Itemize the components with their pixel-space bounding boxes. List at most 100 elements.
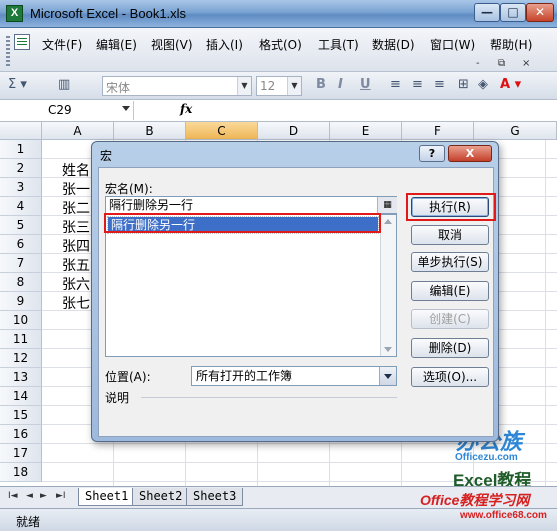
font-size-value: 12 (260, 79, 276, 93)
divider (141, 397, 397, 398)
cell-a5[interactable]: 张三 (62, 217, 90, 237)
delete-button[interactable]: 删除(D) (411, 338, 489, 358)
cell-a8[interactable]: 张六 (62, 274, 90, 294)
menu-insert[interactable]: 插入(I) (206, 36, 243, 53)
edit-button[interactable]: 编辑(E) (411, 281, 489, 301)
create-button[interactable]: 创建(C) (411, 309, 489, 329)
select-all-corner[interactable] (0, 122, 42, 140)
menu-format[interactable]: 格式(O) (259, 36, 302, 53)
row-header[interactable]: 14 (0, 387, 42, 406)
prev-sheet-icon[interactable]: ◄ (26, 491, 33, 501)
row-header[interactable]: 18 (0, 463, 42, 482)
doc-restore-button[interactable]: ⧉ (498, 58, 505, 69)
window-title: Microsoft Excel - Book1.xls (30, 6, 187, 21)
maximize-button[interactable]: □ (500, 3, 526, 22)
row-header[interactable]: 16 (0, 425, 42, 444)
column-header-d[interactable]: D (258, 122, 330, 140)
column-header-c[interactable]: C (186, 122, 258, 140)
help-button[interactable]: ? (419, 145, 445, 162)
cancel-button[interactable]: 取消 (411, 225, 489, 245)
chevron-down-icon[interactable] (122, 106, 130, 111)
column-header-a[interactable]: A (42, 122, 114, 140)
dialog-close-button[interactable]: X (448, 145, 492, 162)
row-header[interactable]: 3 (0, 178, 42, 197)
column-header-b[interactable]: B (114, 122, 186, 140)
scroll-up-icon[interactable] (384, 219, 392, 224)
name-box[interactable]: C29 (4, 101, 134, 120)
doc-minimize-button[interactable]: - (476, 58, 480, 69)
underline-icon[interactable]: U (360, 77, 371, 92)
chevron-down-icon[interactable] (379, 367, 396, 385)
row-header[interactable]: 2 (0, 159, 42, 178)
menu-grip[interactable] (6, 36, 10, 66)
menu-edit[interactable]: 编辑(E) (96, 36, 137, 53)
cell-a9[interactable]: 张七 (62, 293, 90, 313)
font-name-select[interactable]: 宋体 ▼ (102, 76, 252, 96)
minimize-button[interactable]: — (474, 3, 500, 22)
collapse-dialog-icon[interactable]: ▦ (377, 197, 397, 213)
row-header[interactable]: 9 (0, 292, 42, 311)
sheet-tab-sheet3[interactable]: Sheet3 (186, 488, 244, 506)
location-select[interactable]: 所有打开的工作簿 (191, 366, 397, 386)
last-sheet-icon[interactable]: ►I (56, 491, 66, 501)
function-icon[interactable]: fx (180, 102, 192, 116)
bold-icon[interactable]: B (316, 77, 326, 92)
column-header-f[interactable]: F (402, 122, 474, 140)
doc-close-button[interactable]: × (522, 58, 530, 69)
column-header-g[interactable]: G (474, 122, 557, 140)
sheet-tab-sheet2[interactable]: Sheet2 (132, 488, 190, 506)
chart-icon[interactable]: ▥ (58, 77, 70, 92)
cell-a6[interactable]: 张四 (62, 236, 90, 256)
macro-list[interactable]: 隔行删除另一行 (105, 214, 397, 357)
menu-data[interactable]: 数据(D) (372, 36, 415, 53)
options-button[interactable]: 选项(O)... (411, 367, 489, 387)
align-center-icon[interactable]: ≡ (412, 77, 423, 92)
macro-name-label: 宏名(M): (105, 182, 153, 196)
row-header[interactable]: 5 (0, 216, 42, 235)
sheet-tab-sheet1[interactable]: Sheet1 (78, 488, 136, 506)
italic-icon[interactable]: I (338, 77, 343, 92)
row-header[interactable]: 7 (0, 254, 42, 273)
scroll-down-icon[interactable] (384, 347, 392, 352)
autosum-icon[interactable]: Σ ▾ (8, 77, 27, 92)
first-sheet-icon[interactable]: I◄ (8, 491, 18, 501)
chevron-down-icon[interactable]: ▼ (287, 77, 301, 95)
menu-view[interactable]: 视图(V) (151, 36, 193, 53)
column-header-e[interactable]: E (330, 122, 402, 140)
row-header[interactable]: 15 (0, 406, 42, 425)
cell-a4[interactable]: 张二 (62, 198, 90, 218)
menu-tools[interactable]: 工具(T) (318, 36, 359, 53)
row-header[interactable]: 17 (0, 444, 42, 463)
align-left-icon[interactable]: ≡ (390, 77, 401, 92)
run-button[interactable]: 执行(R) (411, 197, 489, 217)
align-right-icon[interactable]: ≡ (434, 77, 445, 92)
next-sheet-icon[interactable]: ► (40, 491, 47, 501)
cell-a2[interactable]: 姓名 (62, 160, 90, 180)
cell-a7[interactable]: 张五 (62, 255, 90, 275)
cell-a3[interactable]: 张一 (62, 179, 90, 199)
menu-file[interactable]: 文件(F) (42, 36, 82, 53)
row-header[interactable]: 10 (0, 311, 42, 330)
font-name-value: 宋体 (106, 81, 131, 95)
row-header[interactable]: 6 (0, 235, 42, 254)
font-color-icon[interactable]: A ▾ (500, 77, 521, 92)
name-box-value: C29 (48, 103, 72, 117)
row-header[interactable]: 1 (0, 140, 42, 159)
macro-name-input[interactable]: 隔行删除另一行 (105, 196, 397, 214)
row-header[interactable]: 11 (0, 330, 42, 349)
row-header[interactable]: 13 (0, 368, 42, 387)
chevron-down-icon[interactable]: ▼ (237, 77, 251, 95)
fill-color-icon[interactable]: ◈ (478, 77, 488, 92)
close-button[interactable]: ✕ (526, 3, 554, 22)
row-header[interactable]: 4 (0, 197, 42, 216)
font-size-select[interactable]: 12 ▼ (256, 76, 302, 96)
menu-window[interactable]: 窗口(W) (430, 36, 475, 53)
menu-help[interactable]: 帮助(H) (490, 36, 532, 53)
row-header[interactable]: 8 (0, 273, 42, 292)
workbook-icon[interactable] (14, 34, 30, 50)
step-into-button[interactable]: 单步执行(S) (411, 252, 489, 272)
borders-icon[interactable]: ⊞ (458, 77, 469, 92)
watermark-url: www.office68.com (460, 510, 547, 521)
row-header[interactable]: 12 (0, 349, 42, 368)
scrollbar[interactable] (380, 215, 396, 356)
